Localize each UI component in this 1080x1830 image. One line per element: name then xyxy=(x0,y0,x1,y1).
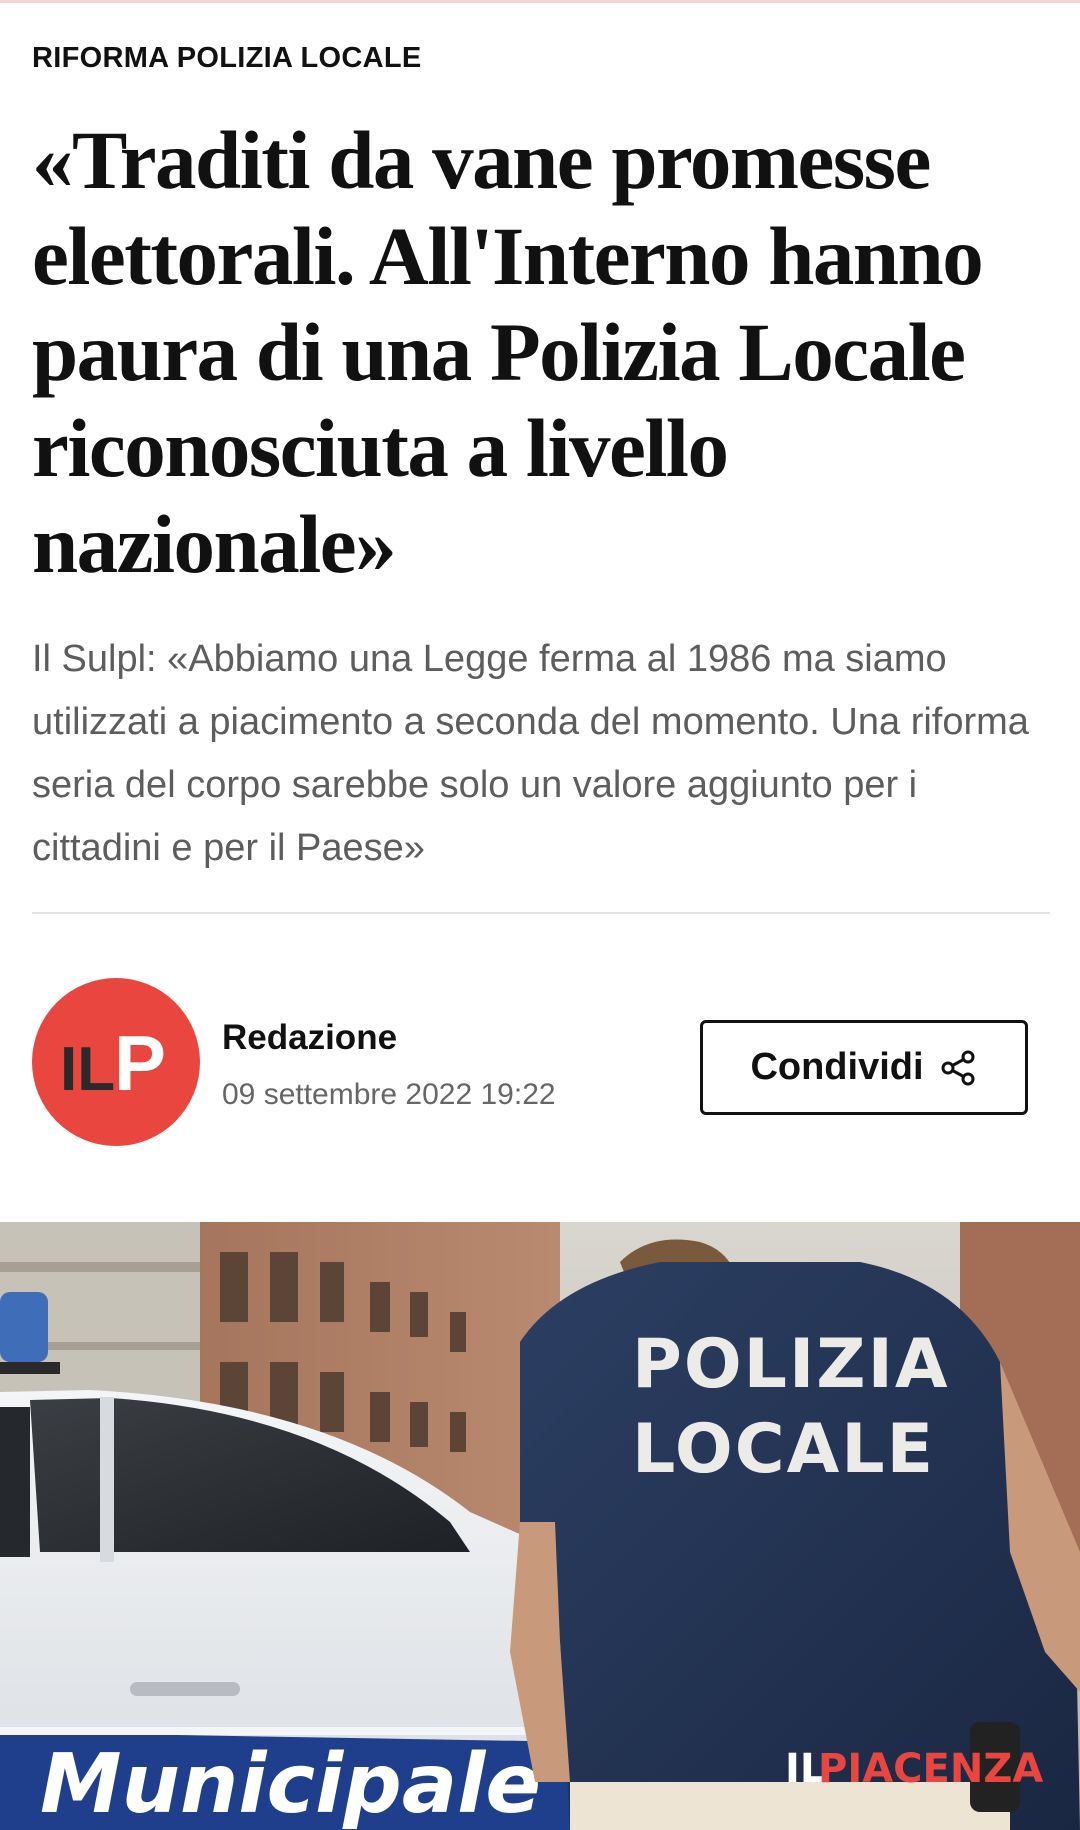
share-icon xyxy=(941,1050,975,1085)
article-photo[interactable]: Municipale POLIZIA LOCALE IL PIACENZA xyxy=(0,1222,1080,1830)
divider xyxy=(32,912,1050,914)
article-summary: Il Sulpl: «Abbiamo una Legge ferma al 19… xyxy=(32,638,1029,869)
article-kicker[interactable]: RIFORMA POLIZIA LOCALE xyxy=(32,42,421,75)
top-border xyxy=(0,0,1080,3)
publish-date: 09 settembre 2022 19:22 xyxy=(222,1078,556,1111)
car-lettering: Municipale xyxy=(40,1737,541,1830)
author-row: IL P Redazione 09 settembre 2022 19:22 C… xyxy=(32,978,1050,1148)
article-headline: «Traditi da vane promesse elettorali. Al… xyxy=(32,114,984,590)
author-name[interactable]: Redazione xyxy=(222,1018,397,1058)
photo-illustration: Municipale POLIZIA LOCALE IL PIACENZA xyxy=(0,1222,1080,1830)
avatar-initials-right: P xyxy=(114,1019,166,1107)
share-button-label: Condividi xyxy=(750,1046,924,1088)
avatar-initials-left: IL xyxy=(60,1035,115,1104)
avatar-logo: IL P xyxy=(60,1019,166,1107)
share-button[interactable]: Condividi xyxy=(700,1020,1028,1115)
watermark-piacenza: PIACENZA xyxy=(818,1746,1043,1792)
shirt-text-line2: LOCALE xyxy=(632,1410,935,1489)
author-avatar[interactable]: IL P xyxy=(32,978,200,1146)
shirt-text-line1: POLIZIA xyxy=(632,1325,950,1404)
